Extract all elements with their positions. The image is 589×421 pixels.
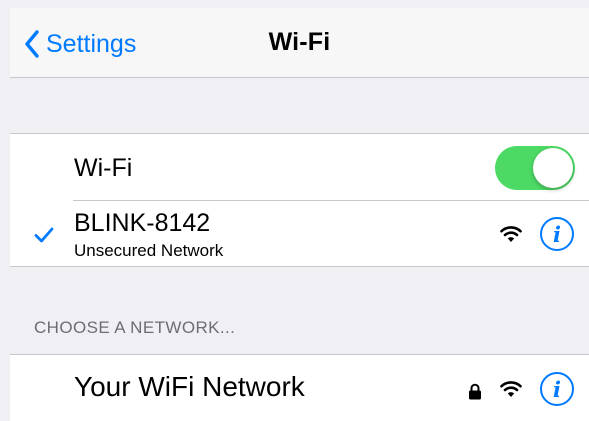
- wifi-toggle-row: Wi-Fi: [10, 134, 589, 201]
- wifi-signal-icon: [500, 226, 522, 242]
- network-row[interactable]: Your WiFi Network i: [10, 355, 589, 421]
- available-networks-group: Your WiFi Network i: [10, 354, 589, 421]
- info-icon: i: [553, 221, 561, 247]
- wifi-signal-icon: [500, 381, 522, 397]
- wifi-settings-screen: Settings Wi-Fi Wi-Fi BLINK-8142 Unsecure…: [0, 0, 589, 421]
- info-button[interactable]: i: [540, 372, 574, 406]
- wifi-toggle-switch[interactable]: [495, 146, 575, 190]
- connected-network-name: BLINK-8142: [74, 209, 211, 237]
- connected-network-status: Unsecured Network: [74, 241, 224, 260]
- network-name: Your WiFi Network: [74, 371, 305, 402]
- checkmark-icon: [34, 227, 54, 243]
- navigation-bar: Settings Wi-Fi: [10, 8, 589, 78]
- toggle-knob: [533, 148, 573, 188]
- connected-network-row[interactable]: BLINK-8142 Unsecured Network i: [10, 201, 589, 268]
- page-title: Wi-Fi: [268, 28, 331, 56]
- lock-icon: [469, 383, 481, 400]
- info-icon: i: [553, 376, 561, 402]
- wifi-group: Wi-Fi BLINK-8142 Unsecured Network i: [10, 133, 589, 267]
- section-header: CHOOSE A NETWORK...: [34, 318, 236, 337]
- wifi-toggle-label: Wi-Fi: [74, 154, 133, 182]
- info-button[interactable]: i: [540, 217, 574, 251]
